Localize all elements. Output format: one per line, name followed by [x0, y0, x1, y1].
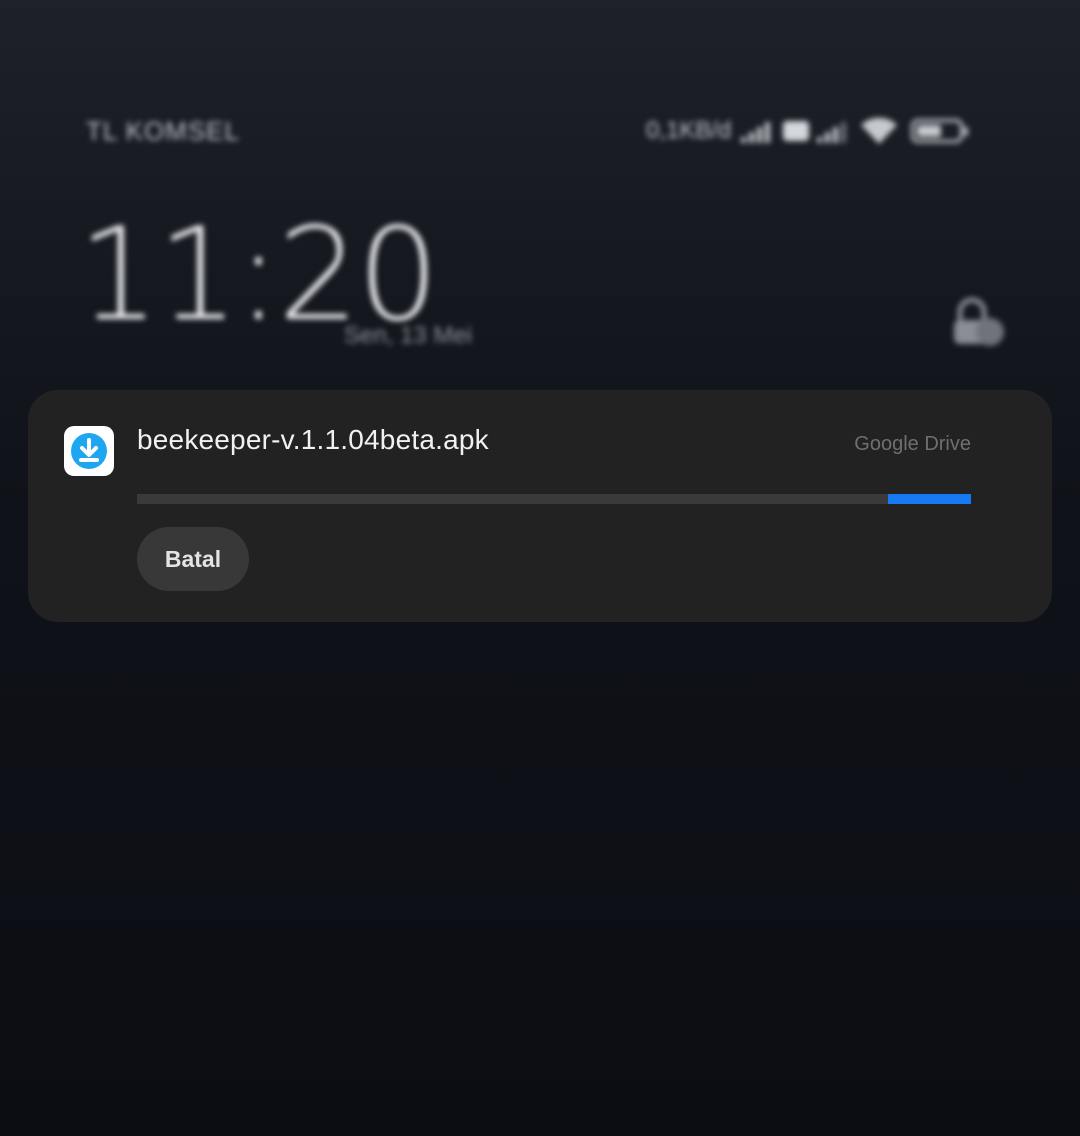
cancel-button[interactable]: Batal [137, 527, 249, 591]
battery-icon [911, 119, 969, 143]
lock-icon[interactable] [946, 294, 1006, 354]
signal-icon [817, 119, 851, 143]
lockscreen-background: TL KOMSEL 0,1KB/d 11:20 Sen, 13 Mei [0, 0, 1080, 400]
lockscreen-clock: 11:20 [78, 201, 439, 350]
signal-icon [741, 119, 775, 143]
download-progress-bar [137, 494, 971, 504]
network-speed: 0,1KB/d [646, 117, 732, 144]
wifi-icon [861, 117, 898, 144]
carrier-label: TL KOMSEL [86, 116, 240, 146]
download-source: Google Drive [854, 433, 971, 455]
download-notification[interactable]: beekeeper-v.1.1.04beta.apk Google Drive … [28, 390, 1052, 622]
download-filename: beekeeper-v.1.1.04beta.apk [137, 424, 489, 455]
download-progress-fill [887, 494, 971, 504]
download-icon [64, 426, 114, 476]
lockscreen-date: Sen, 13 Mei [344, 322, 473, 349]
status-icons: 0,1KB/d [646, 114, 1002, 148]
hd-badge-icon [783, 121, 810, 141]
